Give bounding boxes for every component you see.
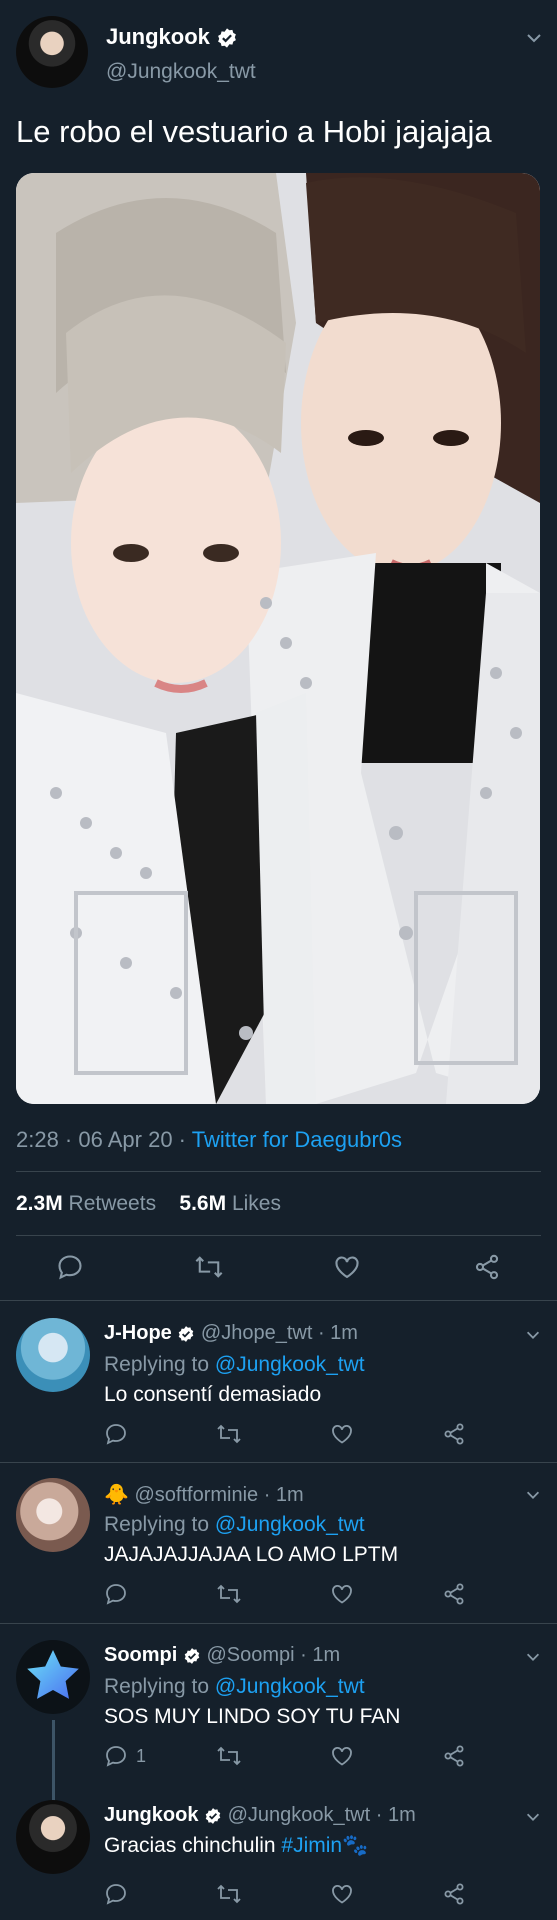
- retweet-icon[interactable]: [194, 1253, 224, 1281]
- tweet-text: Le robo el vestuario a Hobi jajajaja: [16, 114, 492, 149]
- replying-to-link[interactable]: @Jungkook_twt: [215, 1675, 365, 1698]
- reply-header: Soompi @Soompi · 1m: [104, 1644, 340, 1667]
- verified-badge-icon: [183, 1647, 201, 1665]
- share-icon[interactable]: [473, 1253, 501, 1281]
- like-icon[interactable]: [330, 1744, 354, 1768]
- reply-icon[interactable]: [104, 1882, 128, 1906]
- verified-badge-icon: [204, 1807, 222, 1825]
- reply-avatar[interactable]: [16, 1318, 90, 1392]
- share-icon[interactable]: [442, 1422, 466, 1446]
- share-icon[interactable]: [442, 1744, 466, 1768]
- author-avatar[interactable]: [16, 16, 88, 88]
- reply-action-bar: [104, 1882, 484, 1916]
- tweet-photo[interactable]: [16, 173, 540, 1104]
- paw-emoji-icon: 🐾: [342, 1834, 369, 1857]
- reply-time: · 1m: [312, 1322, 358, 1344]
- replying-to-line: Replying to @Jungkook_twt: [104, 1353, 365, 1377]
- reply-icon[interactable]: [104, 1582, 136, 1606]
- retweet-icon[interactable]: [216, 1582, 242, 1606]
- replying-to-prefix: Replying to: [104, 1675, 215, 1698]
- retweets-count[interactable]: 2.3M: [16, 1192, 63, 1215]
- like-icon[interactable]: [330, 1582, 354, 1606]
- reply-handle[interactable]: @Jungkook_twt: [228, 1804, 371, 1826]
- replying-to-prefix: Replying to: [104, 1513, 215, 1536]
- reply-action-bar: 1: [104, 1744, 484, 1778]
- retweet-icon[interactable]: [216, 1744, 242, 1768]
- reply-text: SOS MUY LINDO SOY TU FAN: [104, 1705, 401, 1728]
- divider: [0, 1462, 557, 1463]
- reply-author-name[interactable]: Jungkook: [104, 1804, 198, 1826]
- divider: [0, 1300, 557, 1301]
- reply-text: JAJAJAJJAJAA LO AMO LPTM: [104, 1543, 399, 1566]
- reply-icon[interactable]: 1: [104, 1744, 146, 1768]
- replying-to-link[interactable]: @Jungkook_twt: [215, 1513, 365, 1536]
- star-logo-icon: [27, 1650, 79, 1699]
- chick-emoji-icon: 🐥: [104, 1484, 129, 1506]
- like-icon[interactable]: [330, 1422, 354, 1446]
- author-name[interactable]: Jungkook: [106, 24, 210, 49]
- reply-handle[interactable]: @softforminie: [134, 1484, 258, 1506]
- likes-count[interactable]: 5.6M: [179, 1192, 226, 1215]
- reply-author-name[interactable]: Soompi: [104, 1644, 177, 1666]
- verified-badge-icon: [177, 1325, 195, 1343]
- like-icon[interactable]: [333, 1253, 361, 1281]
- tweet-meta: 2:28 · 06 Apr 20 · Twitter for Daegubr0s: [16, 1127, 402, 1153]
- divider: [0, 1623, 557, 1624]
- reply-text: Lo consentí demasiado: [104, 1383, 322, 1406]
- reply-time: · 1m: [258, 1484, 304, 1506]
- reply-count: 1: [136, 1745, 147, 1766]
- reply-icon[interactable]: [56, 1253, 84, 1281]
- tweet-stats: 2.3M Retweets 5.6M Likes: [16, 1192, 281, 1216]
- reply-time: · 1m: [370, 1804, 416, 1826]
- chevron-down-icon[interactable]: [524, 1326, 542, 1344]
- divider: [16, 1235, 541, 1236]
- share-icon[interactable]: [442, 1582, 466, 1606]
- likes-label[interactable]: Likes: [232, 1192, 281, 1215]
- retweet-icon[interactable]: [216, 1422, 242, 1446]
- author-handle[interactable]: @Jungkook_twt: [106, 60, 256, 84]
- reply-header: Jungkook @Jungkook_twt · 1m: [104, 1804, 416, 1827]
- reply-text: Gracias chinchulin: [104, 1834, 282, 1857]
- divider: [16, 1171, 541, 1172]
- author-name-row[interactable]: Jungkook: [106, 24, 238, 50]
- replying-to-line: Replying to @Jungkook_twt: [104, 1513, 365, 1537]
- chevron-down-icon[interactable]: [524, 1808, 542, 1826]
- retweet-icon[interactable]: [216, 1882, 242, 1906]
- replying-to-line: Replying to @Jungkook_twt: [104, 1675, 365, 1699]
- reply-avatar[interactable]: [16, 1800, 90, 1874]
- share-icon[interactable]: [442, 1882, 466, 1906]
- reply-avatar[interactable]: [16, 1640, 90, 1714]
- reply-header: J-Hope @Jhope_twt · 1m: [104, 1322, 358, 1345]
- like-icon[interactable]: [330, 1882, 354, 1906]
- reply-action-bar: [104, 1582, 484, 1616]
- reply-time: · 1m: [294, 1644, 341, 1666]
- reply-author-name[interactable]: J-Hope: [104, 1322, 172, 1344]
- replying-to-prefix: Replying to: [104, 1353, 215, 1376]
- retweets-label[interactable]: Retweets: [69, 1192, 157, 1215]
- chevron-down-icon[interactable]: [524, 1648, 542, 1666]
- chevron-down-icon[interactable]: [524, 28, 544, 48]
- reply-avatar[interactable]: [16, 1478, 90, 1552]
- chevron-down-icon[interactable]: [524, 1486, 542, 1504]
- replying-to-link[interactable]: @Jungkook_twt: [215, 1353, 365, 1376]
- reply-action-bar: [104, 1422, 484, 1456]
- tweet-source[interactable]: Twitter for Daegubr0s: [192, 1127, 402, 1152]
- reply-header: 🐥 @softforminie · 1m: [104, 1482, 304, 1507]
- hashtag-link[interactable]: #Jimin: [281, 1834, 342, 1857]
- reply-icon[interactable]: [104, 1422, 136, 1446]
- reply-handle[interactable]: @Jhope_twt: [201, 1322, 312, 1344]
- tweet-timestamp: 2:28 · 06 Apr 20 ·: [16, 1127, 192, 1152]
- tweet-action-bar: [16, 1245, 541, 1295]
- verified-badge-icon: [216, 27, 238, 49]
- reply-handle[interactable]: @Soompi: [206, 1644, 294, 1666]
- reply-text-line: Gracias chinchulin #Jimin🐾: [104, 1834, 368, 1858]
